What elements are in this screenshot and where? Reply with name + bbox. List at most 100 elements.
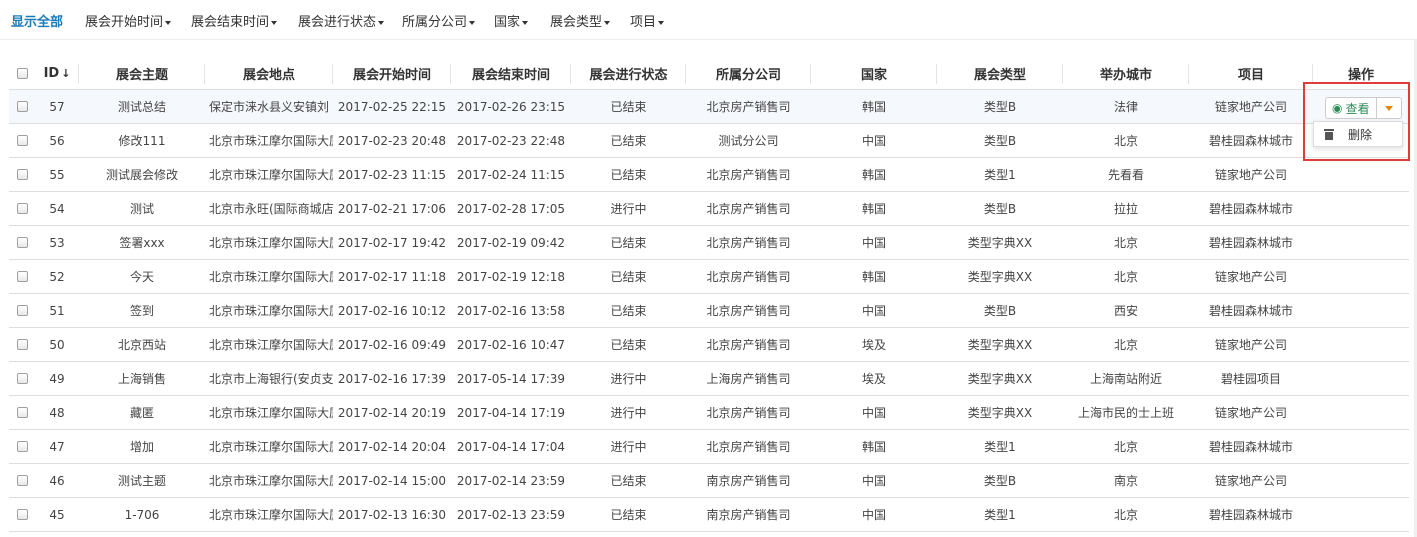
filter-type[interactable]: 展会类型 [550, 11, 611, 30]
cell-status: 已结束 [610, 270, 647, 284]
cell-location: 保定市涞水县义安镇刘 [209, 100, 330, 114]
cell-status: 已结束 [610, 474, 647, 488]
filter-branch[interactable]: 所属分公司 [402, 11, 476, 30]
filter-country[interactable]: 国家 [494, 11, 529, 30]
cell-id: 54 [49, 201, 65, 216]
cell-status: 已结束 [610, 134, 647, 148]
row-checkbox[interactable] [16, 271, 28, 282]
row-checkbox[interactable] [16, 169, 28, 180]
cell-end-time: 2017-02-16 10:47 [456, 337, 566, 352]
cell-location: 北京市珠江摩尔国际大厦 [209, 440, 333, 454]
cell-location: 北京市珠江摩尔国际大厦 [209, 508, 333, 522]
header-branch: 所属分公司 [686, 58, 811, 89]
cell-status: 已结束 [610, 304, 647, 318]
table-row[interactable]: 46 测试主题 北京市珠江摩尔国际大厦 2017-02-14 15:00 2017-02… [9, 464, 1409, 498]
row-checkbox[interactable] [16, 203, 28, 214]
cell-branch: 南京房产销售司 [706, 508, 791, 522]
cell-location: 北京市珠江摩尔国际大厦 [209, 270, 333, 284]
row-checkbox-cell [9, 464, 35, 497]
cell-project: 碧桂园森林城市 [1208, 236, 1293, 250]
row-checkbox[interactable] [16, 237, 28, 248]
row-checkbox[interactable] [16, 101, 28, 112]
row-checkbox[interactable] [16, 475, 28, 486]
table-row[interactable]: 49 上海销售 北京市上海银行(安贞支 2017-02-16 17:39 2017-05… [9, 362, 1409, 396]
header-country: 国家 [811, 58, 937, 89]
action-dropdown-toggle[interactable] [1376, 97, 1402, 119]
cell-id: 50 [49, 337, 65, 352]
eye-icon: ◉ [1332, 101, 1343, 115]
table-row[interactable]: 55 测试展会修改 北京市珠江摩尔国际大厦 2017-02-23 11:15 2017-… [9, 158, 1409, 192]
table-row[interactable]: 47 增加 北京市珠江摩尔国际大厦 2017-02-14 20:04 2017-04-1… [9, 430, 1409, 464]
cell-id: 53 [49, 235, 65, 250]
row-checkbox[interactable] [16, 373, 28, 384]
cell-location: 北京市珠江摩尔国际大厦 [209, 304, 333, 318]
cell-end-time: 2017-02-13 23:59 [456, 507, 566, 522]
cell-branch: 测试分公司 [718, 134, 779, 148]
filter-show-all[interactable]: 显示全部 [11, 11, 63, 30]
table-row[interactable]: 48 藏匿 北京市珠江摩尔国际大厦 2017-02-14 20:19 2017-04-1… [9, 396, 1409, 430]
cell-type: 类型字典XX [967, 270, 1033, 284]
cell-project: 碧桂园森林城市 [1208, 508, 1293, 522]
row-checkbox-cell [9, 396, 35, 429]
cell-end-time: 2017-02-24 11:15 [456, 167, 566, 182]
cell-start-time: 2017-02-14 20:19 [337, 405, 447, 420]
filter-type-label: 展会类型 [550, 15, 603, 30]
filter-status[interactable]: 展会进行状态 [298, 11, 385, 30]
cell-theme: 测试主题 [117, 474, 166, 488]
header-id[interactable]: ID ↓ [35, 58, 79, 89]
cell-type: 类型字典XX [967, 338, 1033, 352]
table-row[interactable]: 54 测试 北京市永旺(国际商城店 2017-02-21 17:06 2017-02-2… [9, 192, 1409, 226]
select-all-checkbox[interactable] [16, 68, 28, 79]
cell-status: 已结束 [610, 338, 647, 352]
header-id-label: ID [43, 66, 60, 81]
cell-start-time: 2017-02-25 22:15 [337, 99, 447, 114]
row-checkbox[interactable] [16, 305, 28, 316]
cell-location: 北京市上海银行(安贞支 [209, 372, 333, 386]
cell-end-time: 2017-02-19 12:18 [456, 269, 566, 284]
cell-type: 类型1 [984, 168, 1016, 182]
cell-start-time: 2017-02-14 15:00 [337, 473, 447, 488]
cell-end-time: 2017-04-14 17:19 [456, 405, 566, 420]
filter-start-time[interactable]: 展会开始时间 [85, 11, 172, 30]
delete-menu-item[interactable]: 删除 [1313, 121, 1403, 147]
cell-branch: 上海房产销售司 [706, 372, 791, 386]
cell-theme: 测试总结 [117, 100, 166, 114]
row-checkbox[interactable] [16, 441, 28, 452]
cell-operation [1313, 396, 1409, 429]
cell-start-time: 2017-02-13 16:30 [337, 507, 447, 522]
row-checkbox[interactable] [16, 339, 28, 350]
cell-branch: 北京房产销售司 [706, 168, 791, 182]
cell-country: 中国 [861, 304, 886, 318]
filter-end-time[interactable]: 展会结束时间 [191, 11, 278, 30]
table-row[interactable]: 56 修改111 北京市珠江摩尔国际大厦 2017-02-23 20:48 2017-0… [9, 124, 1409, 158]
table-row[interactable]: 45 1-706 北京市珠江摩尔国际大厦 2017-02-13 16:30 2017-0… [9, 498, 1409, 532]
table-header: ID ↓ 展会主题 展会地点 展会开始时间 展会结束时间 展会进行状态 所属分公司… [9, 58, 1409, 90]
table-row[interactable]: 51 签到 北京市珠江摩尔国际大厦 2017-02-16 10:12 2017-02-1… [9, 294, 1409, 328]
view-button[interactable]: ◉ 查看 [1325, 97, 1377, 119]
table-row[interactable]: 52 今天 北京市珠江摩尔国际大厦 2017-02-17 11:18 2017-02-1… [9, 260, 1409, 294]
cell-status: 已结束 [610, 508, 647, 522]
row-checkbox-cell [9, 192, 35, 225]
cell-project: 链家地产公司 [1214, 474, 1287, 488]
filter-project[interactable]: 项目 [630, 11, 665, 30]
cell-location: 北京市珠江摩尔国际大厦 [209, 236, 333, 250]
cell-country: 韩国 [861, 168, 886, 182]
cell-project: 链家地产公司 [1214, 270, 1287, 284]
table-row[interactable]: 57 测试总结 保定市涞水县义安镇刘 2017-02-25 22:15 2017-02-… [9, 90, 1409, 124]
row-checkbox[interactable] [16, 407, 28, 418]
cell-country: 韩国 [861, 100, 886, 114]
cell-start-time: 2017-02-16 09:49 [337, 337, 447, 352]
row-checkbox-cell [9, 294, 35, 327]
row-checkbox[interactable] [16, 509, 28, 520]
cell-project: 链家地产公司 [1214, 100, 1287, 114]
cell-city: 西安 [1113, 304, 1138, 318]
row-action-group: ◉ 查看 [1325, 97, 1402, 119]
cell-project: 链家地产公司 [1214, 338, 1287, 352]
table-row[interactable]: 50 北京西站 北京市珠江摩尔国际大厦 2017-02-16 09:49 2017-02… [9, 328, 1409, 362]
table-row[interactable]: 53 签署xxx 北京市珠江摩尔国际大厦 2017-02-17 19:42 2017-0… [9, 226, 1409, 260]
cell-theme: 今天 [129, 270, 154, 284]
cell-branch: 北京房产销售司 [706, 202, 791, 216]
row-checkbox[interactable] [16, 135, 28, 146]
cell-id: 47 [49, 439, 65, 454]
cell-operation [1313, 226, 1409, 259]
